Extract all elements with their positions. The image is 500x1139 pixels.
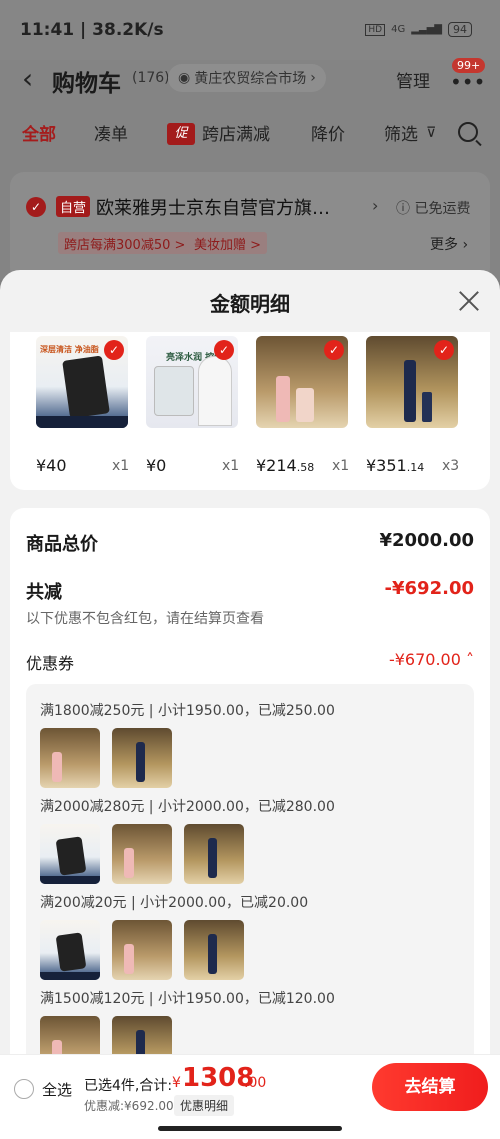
product-image: ✓: [366, 336, 458, 428]
eye-icon: ◉: [178, 70, 191, 86]
check-icon: ✓: [214, 340, 234, 360]
product-price: ¥40: [36, 456, 67, 475]
tab-combine[interactable]: 凑单: [94, 120, 128, 145]
product-item[interactable]: ✓ ¥351.14 x3: [366, 336, 466, 475]
more-icon[interactable]: •••: [450, 70, 485, 94]
select-all-checkbox[interactable]: [14, 1079, 34, 1099]
search-icon[interactable]: [458, 122, 478, 142]
location-label: 黄庄农贸综合市场: [194, 71, 307, 87]
store-name[interactable]: 欧莱雅男士京东自营官方旗…: [96, 194, 330, 220]
summary-label: 已选4件,合计:: [84, 1078, 173, 1094]
signal-bars-icon: ▂▃▅▇: [411, 24, 442, 35]
hd-icon: HD: [365, 23, 386, 36]
product-thumb: [40, 824, 100, 884]
store-checkbox[interactable]: ✓: [26, 197, 46, 217]
coupon-rule: 满2000减280元 | 小计2000.00，已减280.00: [40, 799, 335, 815]
coupon-toggle[interactable]: -¥670.00 ˄: [389, 650, 474, 669]
discount-text: 优惠减:¥692.00: [84, 1099, 174, 1113]
message-badge: 99+: [452, 58, 486, 73]
coupon-rule: 满1800减250元 | 小计1950.00，已减250.00: [40, 703, 335, 719]
product-image: 深层清洁 净油脂 ✓: [36, 336, 128, 428]
status-bar: 11:41 | 38.2K/s HD 4G ▂▃▅▇ 94: [0, 0, 500, 60]
product-qty: x1: [332, 458, 350, 474]
total-label: 商品总价: [26, 534, 98, 555]
product-thumb: [184, 920, 244, 980]
sheet-title: 金额明细: [210, 292, 290, 316]
check-icon: ✓: [324, 340, 344, 360]
price-panel: 商品总价 ¥2000.00 共减 -¥692.00 以下优惠不包含红包，请在结算…: [10, 508, 490, 1139]
discount-detail-button[interactable]: 优惠明细: [174, 1095, 235, 1116]
tab-all[interactable]: 全部: [22, 120, 56, 145]
product-qty: x1: [222, 458, 240, 474]
product-thumb: [40, 920, 100, 980]
product-qty: x3: [442, 458, 460, 474]
product-thumb: [40, 728, 100, 788]
store-more[interactable]: 更多 ›: [430, 234, 468, 254]
product-item[interactable]: 亮泽水润 控油 ✓ ¥0 x1: [146, 336, 246, 475]
store-card: ✓ 自营 欧莱雅男士京东自营官方旗… › ⓘ 已免运费 跨店每满300减50 >…: [10, 172, 490, 282]
product-strip: 深层清洁 净油脂 ✓ ¥40 x1 亮泽水润 控油 ✓ ¥0 x1 ✓ ¥214…: [10, 332, 490, 490]
product-price: ¥351.14: [366, 456, 425, 475]
tab-price-drop[interactable]: 降价: [311, 120, 345, 145]
tab-filter[interactable]: 筛选: [384, 120, 418, 145]
select-all-label[interactable]: 全选: [42, 1079, 72, 1100]
coupon-rule: 满1500减120元 | 小计1950.00，已减120.00: [40, 991, 335, 1007]
amount-detail-sheet: 金额明细 深层清洁 净油脂 ✓ ¥40 x1 亮泽水润 控油 ✓ ¥0 x1 ✓: [0, 270, 500, 1139]
back-icon[interactable]: ‹: [22, 62, 33, 95]
product-image: ✓: [256, 336, 348, 428]
store-promo-cross[interactable]: 跨店每满300减50 >: [58, 232, 192, 254]
close-icon[interactable]: [456, 288, 482, 314]
filter-icon[interactable]: ⊽: [426, 125, 436, 141]
status-time: 11:41 | 38.2K/s: [20, 20, 164, 40]
coupon-rule: 满200减20元 | 小计2000.00，已减20.00: [40, 895, 309, 911]
chevron-right-icon: ›: [372, 196, 379, 215]
product-thumb: [112, 728, 172, 788]
product-price: ¥0: [146, 456, 167, 475]
check-icon: ✓: [434, 340, 454, 360]
tab-cross-store[interactable]: 跨店满减: [202, 120, 270, 145]
note-text: 以下优惠不包含红包，请在结算页查看: [26, 611, 264, 627]
currency-symbol: ¥: [172, 1075, 181, 1091]
product-thumb: [112, 824, 172, 884]
product-price: ¥214.58: [256, 456, 315, 475]
checkout-button[interactable]: 去结算: [372, 1063, 488, 1111]
product-thumb: [184, 824, 244, 884]
free-shipping: ⓘ 已免运费: [396, 201, 471, 217]
product-thumb: [112, 920, 172, 980]
reduce-label: 共减: [26, 582, 62, 603]
filter-tabs: 全部 凑单 跨店满减 降价 筛选: [0, 120, 500, 150]
check-icon: ✓: [104, 340, 124, 360]
self-operated-tag: 自营: [56, 196, 91, 217]
location-selector[interactable]: ◉ 黄庄农贸综合市场 ›: [168, 64, 326, 92]
promo-tag: 促: [167, 123, 195, 145]
status-icons: HD 4G ▂▃▅▇ 94: [365, 22, 472, 37]
page-title: 购物车: [52, 71, 121, 97]
home-indicator: [158, 1126, 342, 1131]
product-item[interactable]: 深层清洁 净油脂 ✓ ¥40 x1: [36, 336, 136, 475]
signal-icon: 4G: [391, 24, 406, 35]
reduce-value: -¥692.00: [384, 578, 474, 599]
product-image: 亮泽水润 控油 ✓: [146, 336, 238, 428]
total-value: ¥2000.00: [379, 530, 474, 551]
product-qty: x1: [112, 458, 130, 474]
manage-button[interactable]: 管理: [396, 67, 430, 92]
total-amount-decimal: .00: [244, 1075, 267, 1091]
cart-count: (176): [132, 70, 170, 86]
battery-icon: 94: [448, 22, 472, 37]
product-item[interactable]: ✓ ¥214.58 x1: [256, 336, 356, 475]
coupon-label: 优惠券: [26, 654, 75, 673]
store-promo-gift[interactable]: 美妆加赠 >: [188, 232, 268, 254]
chevron-right-icon: ›: [310, 70, 316, 86]
